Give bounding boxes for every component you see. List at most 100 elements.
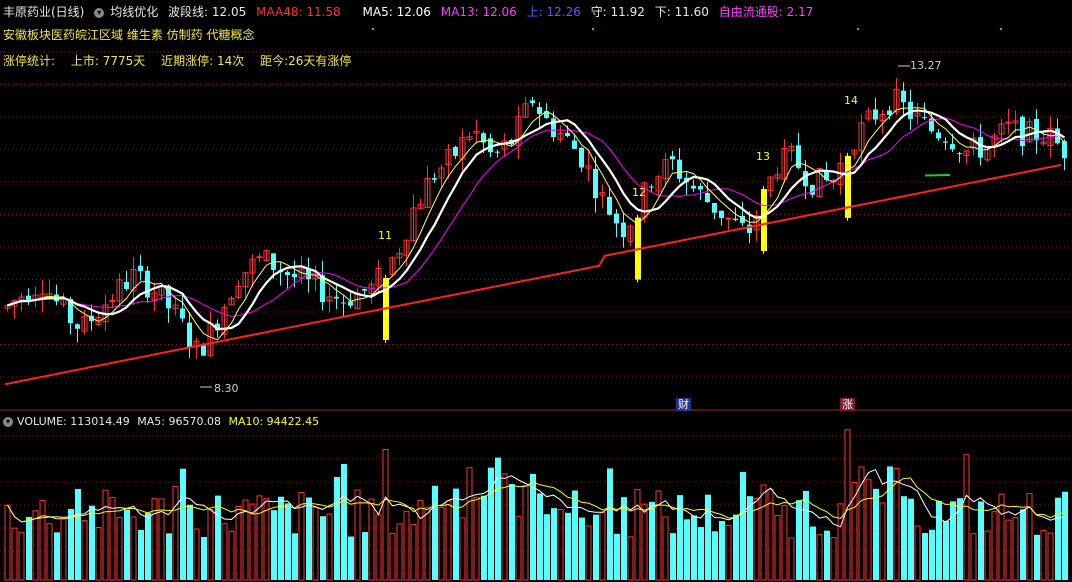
candle-body — [75, 324, 80, 329]
volume-bar — [522, 485, 529, 581]
volume-bar — [306, 497, 312, 580]
maa48-green-segment — [924, 173, 951, 177]
free-float-value: 自由流通股: 2.17 — [718, 5, 814, 19]
volume-bar — [788, 537, 795, 581]
volume-bar — [228, 530, 235, 581]
volume-bar — [684, 519, 690, 580]
volume-bar — [641, 503, 648, 581]
signal-dot — [372, 28, 374, 30]
volume-bar — [670, 533, 676, 580]
volume-bar — [312, 506, 319, 581]
guard-value: 守: 11.92 — [590, 5, 645, 19]
volume-bar — [4, 504, 11, 581]
volume-bar — [781, 505, 788, 581]
limit-up-count-label: 13 — [756, 150, 770, 163]
volume-bar — [698, 527, 704, 580]
volume-bar — [705, 494, 711, 580]
volume-bar — [893, 467, 900, 581]
volume-bar — [922, 533, 928, 580]
candle-body — [572, 140, 577, 149]
volume-bar — [865, 479, 872, 581]
volume-value: VOLUME: 113014.49 — [17, 415, 130, 428]
candle-body — [124, 281, 129, 289]
volume-bar — [537, 493, 543, 580]
candle-body — [621, 222, 626, 238]
finance-report-badge[interactable]: 财 — [676, 398, 691, 411]
volume-bar — [166, 533, 172, 580]
candle-body — [138, 265, 143, 272]
volume-bar — [551, 508, 557, 580]
volume-bar — [102, 489, 109, 581]
volume-bar — [187, 504, 193, 580]
volume-panel-toggle-icon[interactable]: ▾ — [3, 417, 13, 427]
volume-bar — [530, 473, 536, 580]
candle-body — [348, 301, 353, 306]
volume-bar — [816, 534, 823, 581]
candle-body — [824, 170, 829, 180]
volume-bar — [201, 536, 207, 580]
volume-bar — [879, 502, 886, 581]
volume-bar — [235, 505, 242, 581]
candle-body — [978, 137, 983, 158]
volume-bar — [292, 533, 298, 580]
maa48-line — [4, 163, 1062, 386]
volume-bar — [837, 503, 844, 581]
volume-bar — [936, 500, 942, 580]
limit-up-count-label: 11 — [378, 229, 392, 242]
volume-bar — [796, 500, 802, 580]
volume-bar — [320, 516, 326, 580]
volume-bar — [1020, 509, 1026, 580]
volume-ma10-value: MA10: 94422.45 — [228, 415, 320, 428]
volume-bar — [998, 493, 1005, 581]
volume-bar — [914, 525, 921, 581]
volume-bar — [362, 532, 368, 580]
volume-bar — [410, 523, 417, 581]
volume-bar — [725, 524, 732, 581]
volume-bar — [445, 500, 452, 581]
panel-toggle-icon[interactable]: ▾ — [94, 7, 105, 18]
volume-bar — [26, 516, 32, 580]
candle-body — [334, 296, 339, 299]
stock-chart-canvas[interactable] — [0, 0, 1072, 582]
candle-body — [705, 193, 710, 203]
volume-bar — [607, 468, 613, 580]
volume-bar — [599, 512, 606, 581]
volume-bar — [271, 510, 277, 580]
volume-bar — [501, 473, 508, 581]
volume-bar — [46, 523, 53, 581]
candle-body — [537, 107, 542, 114]
indicator-name[interactable]: 均线优化 — [110, 5, 158, 19]
volume-bar — [375, 514, 382, 581]
recent-limit-count: 近期涨停: 14次 — [161, 54, 245, 68]
volume-bar — [60, 518, 67, 581]
volume-bar — [130, 516, 137, 581]
volume-bar — [39, 499, 46, 581]
candle-body — [950, 144, 955, 150]
candle-body — [341, 302, 346, 304]
volume-bar — [403, 510, 410, 581]
volume-bar — [368, 498, 375, 581]
volume-bar — [172, 486, 179, 581]
high-price-label: 13.27 — [910, 59, 942, 72]
volume-bar — [585, 525, 592, 581]
volume-bar — [68, 509, 74, 580]
stock-title[interactable]: 丰原药业(日线) — [3, 5, 84, 19]
volume-bar — [908, 498, 914, 580]
volume-bar — [424, 506, 431, 581]
volume-bar — [466, 467, 473, 581]
volume-bar — [193, 528, 200, 581]
volume-bar — [221, 523, 228, 581]
maa48-value: MAA48: 11.58 — [256, 5, 341, 19]
volume-ma5-value: MA5: 96570.08 — [137, 415, 221, 428]
volume-bar — [341, 463, 347, 580]
ma13-value: MA13: 12.06 — [440, 5, 517, 19]
volume-bar — [950, 501, 956, 580]
lower-value: 下: 11.60 — [654, 5, 709, 19]
candle-body — [670, 156, 675, 160]
volume-bar — [565, 512, 571, 580]
volume-bar — [473, 496, 480, 581]
volume-bar — [396, 523, 403, 581]
limit-up-badge[interactable]: 涨 — [840, 398, 855, 411]
volume-bar — [495, 457, 501, 580]
volume-bar — [207, 509, 214, 581]
